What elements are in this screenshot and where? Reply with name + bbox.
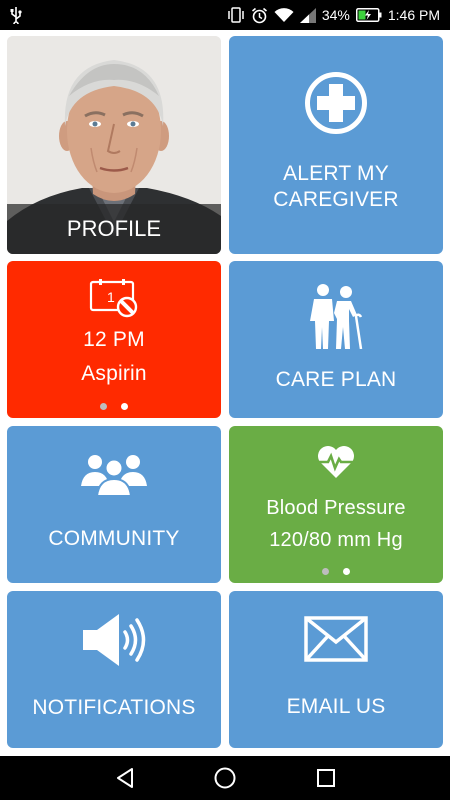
profile-tile[interactable]: PROFILE [7, 36, 221, 254]
pager-dot-active[interactable] [343, 568, 350, 575]
medication-reminder-tile[interactable]: 1 12 PM Aspirin [7, 261, 221, 418]
pill-calendar-icon: 1 [89, 278, 138, 317]
medical-cross-icon [305, 72, 367, 134]
profile-label: PROFILE [7, 204, 221, 254]
community-label: COMMUNITY [48, 526, 180, 550]
clock: 1:46 PM [387, 7, 440, 23]
alert-caregiver-tile[interactable]: ALERT MY CAREGIVER [229, 36, 443, 254]
medication-name: Aspirin [81, 361, 147, 385]
heart-pulse-icon [318, 445, 354, 478]
pill-calendar-badge: 1 [107, 289, 115, 305]
recents-icon[interactable] [315, 766, 337, 790]
alert-label-line1: ALERT MY [283, 162, 389, 185]
signal-icon [299, 7, 316, 23]
navigation-bar [0, 756, 450, 800]
care-plan-tile[interactable]: CARE PLAN [229, 261, 443, 418]
pager-dot-active[interactable] [121, 403, 128, 410]
wifi-icon [274, 7, 294, 22]
alert-label-line2: CAREGIVER [273, 188, 399, 211]
vibrate-icon [228, 7, 244, 23]
usb-icon [10, 7, 22, 24]
speaker-icon [83, 613, 146, 666]
community-tile[interactable]: COMMUNITY [7, 426, 221, 583]
elderly-couple-icon [310, 283, 363, 349]
medication-time: 12 PM [83, 327, 145, 351]
email-us-tile[interactable]: EMAIL US [229, 591, 443, 748]
pager-dot[interactable] [100, 403, 107, 410]
alarm-icon [251, 7, 267, 23]
notifications-label: NOTIFICATIONS [32, 695, 196, 719]
home-icon[interactable] [213, 766, 237, 790]
battery-percent: 34% [321, 7, 350, 23]
vitals-pager[interactable] [229, 568, 443, 575]
dashboard-grid: PROFILE ALERT MY CAREGIVER 1 12 PM Aspir… [0, 30, 450, 756]
vital-title: Blood Pressure [266, 496, 406, 519]
status-bar: 34% 1:46 PM [0, 0, 450, 30]
care-plan-label: CARE PLAN [275, 367, 397, 391]
back-icon[interactable] [114, 766, 136, 790]
envelope-icon [304, 615, 368, 662]
pager-dot[interactable] [322, 568, 329, 575]
notifications-tile[interactable]: NOTIFICATIONS [7, 591, 221, 748]
group-icon [81, 454, 147, 496]
medication-pager[interactable] [7, 403, 221, 410]
blood-pressure-tile[interactable]: Blood Pressure 120/80 mm Hg [229, 426, 443, 583]
email-label: EMAIL US [286, 694, 386, 718]
vital-value: 120/80 mm Hg [269, 528, 403, 551]
battery-charging-icon [355, 8, 382, 22]
